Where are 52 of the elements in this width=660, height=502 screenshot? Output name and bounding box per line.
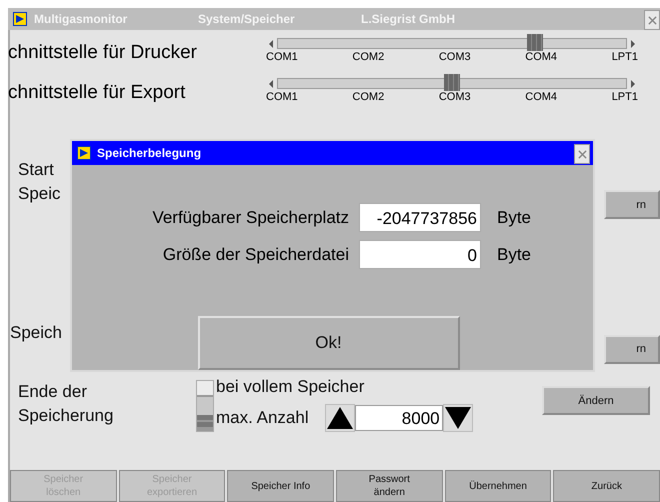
ok-button[interactable]: Ok! (198, 316, 460, 370)
close-icon (648, 16, 656, 24)
slider-thumb[interactable] (527, 34, 543, 51)
footer-button[interactable]: Passwort ändern (336, 470, 443, 502)
up-triangle-icon (326, 406, 354, 430)
section-label: Speic (18, 183, 61, 205)
tick-label: COM2 (352, 51, 384, 63)
change-button[interactable]: rn (604, 334, 660, 364)
section-label: Start (18, 159, 55, 181)
tick-label: COM1 (266, 91, 298, 103)
footer-button[interactable]: Zurück (553, 470, 660, 502)
right-arrow-icon[interactable] (630, 78, 636, 88)
tick-label: COM1 (266, 51, 298, 63)
increment-button[interactable] (324, 404, 355, 432)
tick-label: COM2 (352, 91, 384, 103)
field-label: Verfügbarer Speicherplatz (151, 208, 350, 228)
tick-label: LPT1 (612, 91, 638, 103)
tick-label: COM3 (438, 51, 471, 63)
change-button[interactable]: Ändern (542, 386, 650, 415)
right-arrow-icon[interactable] (630, 38, 636, 48)
switch-position[interactable] (197, 415, 213, 431)
tick-label: COM4 (525, 91, 558, 103)
down-triangle-icon (444, 406, 472, 430)
value-field: 0 (359, 240, 481, 269)
app-icon (77, 146, 91, 160)
count-field[interactable]: 8000 (354, 405, 443, 431)
section-label: Ende der Speicherung (17, 381, 114, 427)
slider-thumb[interactable] (444, 74, 460, 91)
left-arrow-icon[interactable] (268, 78, 274, 88)
close-button[interactable] (574, 144, 590, 164)
port-label: chnittstelle für Export (8, 82, 186, 104)
tick-label: LPT1 (612, 51, 638, 63)
change-button[interactable]: rn (604, 190, 660, 219)
decrement-button[interactable] (442, 404, 473, 432)
port-label: chnittstelle für Drucker (8, 42, 198, 64)
switch-position[interactable] (197, 381, 213, 397)
footer-button[interactable]: Übernehmen (444, 470, 552, 502)
unit-label: Byte (496, 208, 532, 228)
tick-label: COM4 (525, 51, 558, 63)
footer-button[interactable]: Speicher Info (227, 470, 334, 502)
left-arrow-icon[interactable] (268, 38, 274, 48)
section-label: Speich (10, 323, 62, 343)
field-label: Größe der Speicherdatei (162, 244, 350, 264)
option-label: bei vollem Speicher (216, 376, 366, 398)
close-icon (578, 150, 586, 158)
dialog-title: Speicherbelegung (97, 146, 202, 160)
app-icon (13, 12, 27, 26)
option-label: max. Anzahl (216, 408, 309, 428)
value-field: -2047737856 (359, 203, 481, 232)
unit-label: Byte (496, 244, 532, 264)
tick-label: COM3 (438, 91, 471, 103)
close-button[interactable] (644, 10, 660, 30)
